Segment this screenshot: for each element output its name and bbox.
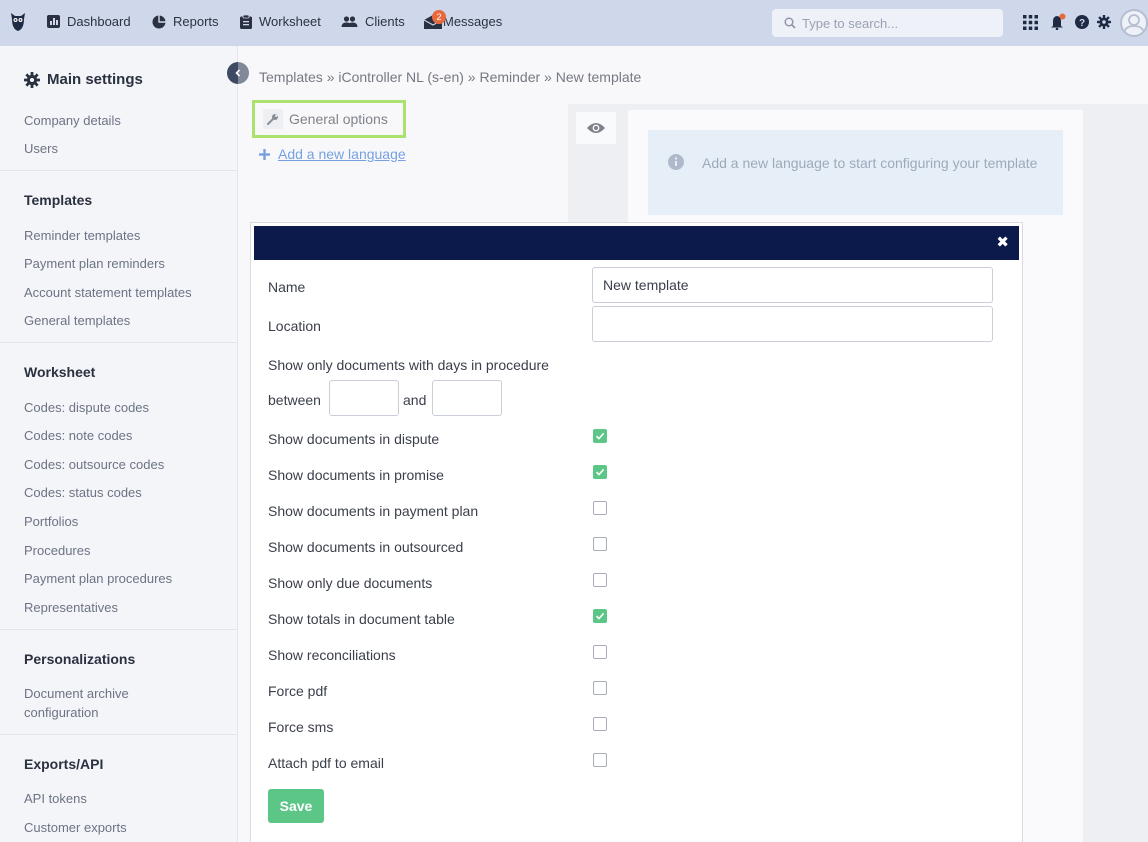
show-reconciliations-checkbox[interactable] [593,645,607,659]
sidebar-item-account-statement-templates[interactable]: Account statement templates [24,283,192,302]
sidebar-item-dispute-codes[interactable]: Codes: dispute codes [24,398,149,417]
between-label: between [268,392,321,408]
show-only-due-checkbox[interactable] [593,573,607,587]
nav-dashboard-label: Dashboard [67,14,131,29]
days-in-procedure-label: Show only documents with days in procedu… [268,357,549,373]
force-pdf-checkbox[interactable] [593,681,607,695]
option-label: Force pdf [268,683,328,699]
sidebar-item-payment-plan-procedures[interactable]: Payment plan procedures [24,569,172,588]
mail-icon-wrap: 2 [423,9,446,29]
option-label: Show documents in dispute [268,431,440,447]
sidebar-divider [0,170,238,171]
search-box[interactable] [772,9,1003,37]
apps-grid-icon[interactable] [1023,15,1038,30]
and-label: and [403,392,427,408]
option-label: Show reconciliations [268,647,396,663]
pie-chart-icon [152,15,166,28]
user-silhouette-icon [1123,14,1145,35]
sidebar-item-status-codes[interactable]: Codes: status codes [24,483,142,502]
nav-messages[interactable]: 2 Messages [423,9,503,29]
user-avatar[interactable] [1120,9,1148,37]
sidebar-item-procedures[interactable]: Procedures [24,541,90,560]
name-label: Name [268,279,306,295]
option-label: Force sms [268,719,334,735]
sidebar-item-users[interactable]: Users [24,139,58,158]
option-label: Show documents in promise [268,467,444,483]
modal-header: ✖ [254,226,1019,260]
svg-text:?: ? [1079,18,1085,29]
nav-dashboard[interactable]: Dashboard [47,14,131,29]
location-field[interactable] [592,306,993,342]
days-to-field[interactable] [432,380,502,416]
sidebar-item-payment-plan-reminders[interactable]: Payment plan reminders [24,254,165,273]
days-from-field[interactable] [329,380,399,416]
close-icon[interactable]: ✖ [996,235,1009,251]
sidebar-item-api-tokens[interactable]: API tokens [24,789,87,808]
nav-clients[interactable]: Clients [341,14,405,29]
show-in-payment-plan-checkbox[interactable] [593,501,607,515]
sidebar-heading-exports-api: Exports/API [24,756,104,772]
sidebar-item-portfolios[interactable]: Portfolios [24,512,78,531]
sidebar-item-document-archive-configuration[interactable]: Document archive configuration [24,684,174,722]
clipboard-icon [240,14,252,29]
option-label: Attach pdf to email [268,755,384,771]
sidebar-item-note-codes[interactable]: Codes: note codes [24,426,132,445]
sidebar-main-settings: Main settings [24,71,143,88]
notification-bell-icon[interactable] [1050,13,1066,30]
force-sms-checkbox[interactable] [593,717,607,731]
sidebar-item-outsource-codes[interactable]: Codes: outsource codes [24,455,164,474]
search-icon [784,17,796,29]
sidebar-divider [0,342,238,343]
sidebar-main-title: Main settings [47,71,143,88]
gear-icon [24,71,40,88]
messages-badge: 2 [432,9,446,24]
location-label: Location [268,318,321,334]
sidebar-item-representatives[interactable]: Representatives [24,598,118,617]
owl-logo-icon[interactable] [9,12,27,32]
sidebar-item-company-details[interactable]: Company details [24,111,121,130]
sidebar-item-customer-exports[interactable]: Customer exports [24,818,127,837]
template-options-modal: ✖ Name Location Show only documents with… [251,223,1022,842]
checkmark-icon [595,432,605,440]
option-label: Show documents in payment plan [268,503,479,519]
save-button[interactable]: Save [268,789,324,823]
sidebar-item-general-templates[interactable]: General templates [24,311,130,330]
checkmark-icon [595,468,605,476]
top-navigation-bar: Dashboard Reports Worksheet Clients 2 Me… [0,0,1148,46]
nav-worksheet-label: Worksheet [259,14,321,29]
option-label: Show only due documents [268,575,433,591]
attach-pdf-checkbox[interactable] [593,753,607,767]
nav-reports[interactable]: Reports [152,14,219,29]
nav-reports-label: Reports [173,14,219,29]
users-icon [341,15,358,27]
nav-messages-label: Messages [443,14,503,29]
sidebar-heading-templates: Templates [24,192,93,208]
option-label: Show totals in document table [268,611,455,627]
checkmark-icon [595,612,605,620]
search-input[interactable] [802,15,992,31]
show-totals-checkbox[interactable] [593,609,607,623]
show-in-outsourced-checkbox[interactable] [593,537,607,551]
show-in-promise-checkbox[interactable] [593,465,607,479]
sidebar-item-reminder-templates[interactable]: Reminder templates [24,226,140,245]
sidebar-divider [0,629,238,630]
sidebar-heading-worksheet: Worksheet [24,364,96,380]
nav-clients-label: Clients [365,14,405,29]
option-label: Show documents in outsourced [268,539,464,555]
settings-sidebar: Main settings Company details Users Temp… [0,46,238,842]
dashboard-icon [47,15,60,28]
show-in-dispute-checkbox[interactable] [593,429,607,443]
sidebar-divider [0,734,238,735]
sidebar-heading-personalizations: Personalizations [24,651,136,667]
help-icon[interactable]: ? [1075,15,1089,29]
name-field[interactable] [592,267,993,303]
nav-worksheet[interactable]: Worksheet [240,14,321,29]
settings-gear-icon[interactable] [1097,15,1111,29]
